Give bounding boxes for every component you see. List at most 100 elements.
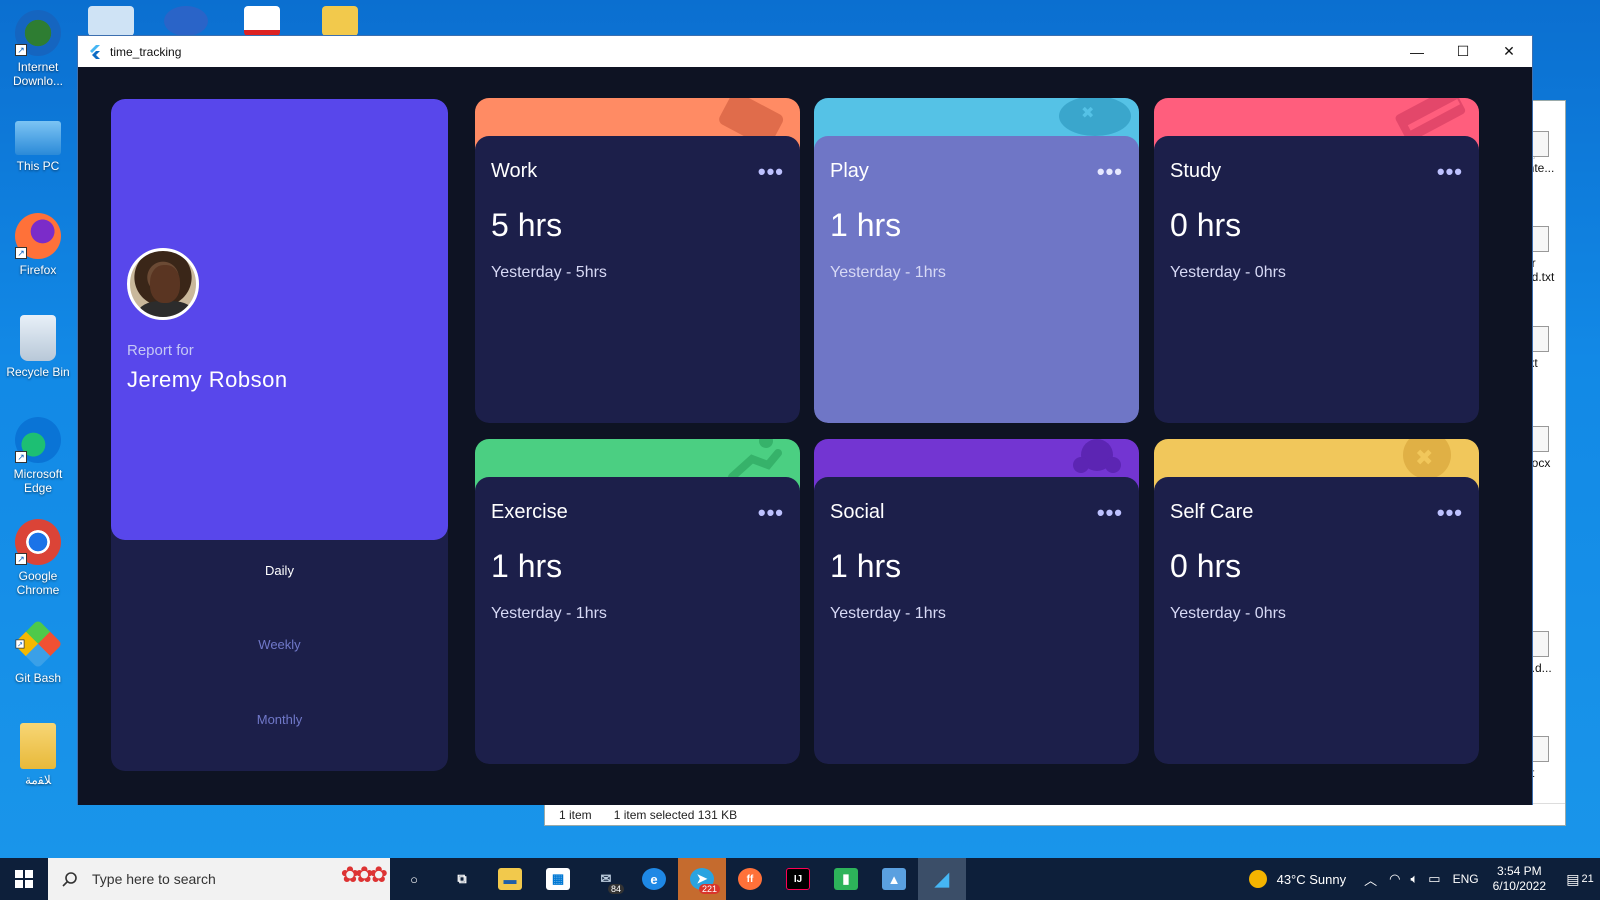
desktop-icon-chrome[interactable]: ↗ Google Chrome [4,519,72,597]
file-explorer-glyph: ▬ [498,868,522,890]
cortana-icon[interactable]: ○ [390,858,438,900]
card-previous: Yesterday - 0hrs [1170,264,1286,281]
network-icon[interactable]: ◠ [1389,871,1400,887]
weather-text[interactable]: 43°C Sunny [1277,872,1347,887]
store-glyph: ▦ [546,868,570,890]
card-work[interactable]: Work ••• 5 hrs Yesterday - 5hrs [475,98,800,423]
card-study[interactable]: Study ••• 0 hrs Yesterday - 0hrs [1154,98,1479,423]
mail-icon[interactable]: ✉ 84 [582,858,630,900]
period-weekly[interactable]: Weekly [111,637,448,652]
desktop-icon-label: Internet Downlo... [12,60,64,88]
notification-count: 21 [1581,873,1594,885]
card-previous: Yesterday - 0hrs [1170,605,1286,622]
profile-header: Report for Jeremy Robson [111,99,448,540]
desktop-icon-label: Recycle Bin [6,365,70,379]
explorer-status-bar: 1 item 1 item selected 131 KB [545,803,1565,825]
notification-icon: ▤ [1566,870,1580,887]
card-title: Self Care [1170,501,1254,523]
desktop-icon-idm[interactable]: ↗ Internet Downlo... [4,10,72,88]
search-icon [62,872,77,887]
desktop-folder-icon[interactable] [322,6,358,36]
desktop-icon-this-pc[interactable]: This PC [4,115,72,173]
task-view-glyph: ⧉ [457,871,467,886]
firefox-taskbar-icon[interactable]: ff [726,858,774,900]
notification-center-button[interactable]: ▤ 21 [1560,871,1600,888]
card-title: Social [830,501,885,523]
language-indicator[interactable]: ENG [1453,872,1479,886]
maximize-button[interactable]: ☐ [1440,36,1486,67]
ellipsis-icon[interactable]: ••• [758,501,784,523]
taskbar-search[interactable]: Type here to search ✿✿✿ [48,858,390,900]
edge-glyph: e [642,868,666,890]
cortana-glyph: ○ [410,871,418,887]
sun-icon [1248,870,1267,888]
flutter-taskbar-icon[interactable]: ◢ [918,858,966,900]
start-button[interactable] [0,858,48,900]
recycle-bin-icon [20,315,56,361]
card-hours: 1 hrs [830,548,902,584]
desktop-icon-edge[interactable]: ↗ Microsoft Edge [4,417,72,495]
period-daily[interactable]: Daily [111,563,448,578]
close-button[interactable]: ✕ [1486,36,1532,67]
file-explorer-icon[interactable]: ▬ [486,858,534,900]
task-view-icon[interactable]: ⧉ [438,858,486,900]
title-bar[interactable]: time_tracking — ☐ ✕ [78,36,1532,67]
card-title: Work [491,160,538,182]
clock-date: 6/10/2022 [1492,879,1546,893]
chrome-icon: ↗ [15,519,61,565]
card-play[interactable]: ✖ Play ••• 1 hrs Yesterday - 1hrs [814,98,1139,423]
desktop-icon-git-bash[interactable]: ↗ Git Bash [4,619,72,685]
card-self-care[interactable]: ✖ Self Care ••• 0 hrs Yesterday - 0hrs [1154,439,1479,764]
card-title: Play [830,160,869,182]
desktop-app-icon[interactable] [164,6,208,36]
card-hours: 5 hrs [491,207,563,243]
windows-icon [15,870,33,888]
photos-icon[interactable]: ▲ [870,858,918,900]
card-hours: 0 hrs [1170,207,1242,243]
volume-icon[interactable]: 🔈︎ [1410,871,1418,887]
desktop-file-icon[interactable] [88,6,134,36]
clock[interactable]: 3:54 PM 6/10/2022 [1493,864,1546,894]
card-previous: Yesterday - 5hrs [491,264,607,281]
ellipsis-icon[interactable]: ••• [1437,501,1463,523]
battery-icon[interactable]: ▭ [1428,871,1440,887]
numbers-glyph: ▮ [834,868,858,890]
idm-icon: ↗ [15,10,61,56]
svg-text:✖: ✖ [1081,103,1094,122]
status-selection: 1 item selected 131 KB [613,807,738,822]
ellipsis-icon[interactable]: ••• [1097,160,1123,182]
ellipsis-icon[interactable]: ••• [758,160,784,182]
card-exercise[interactable]: Exercise ••• 1 hrs Yesterday - 1hrs [475,439,800,764]
system-tray: 43°C Sunny ︿ ◠ 🔈︎ ▭ ENG 3:54 PM 6/10/202… [1248,858,1600,900]
chevron-up-icon[interactable]: ︿ [1364,870,1377,889]
dashboard: Report for Jeremy Robson Daily Weekly Mo… [78,67,1532,805]
desktop-icon-label: Google Chrome [16,569,60,597]
desktop-icon-label: Git Bash [14,671,62,685]
mail-badge: 84 [607,884,624,894]
desktop-icon-recycle-bin[interactable]: Recycle Bin [4,315,72,379]
pdf-folder-icon [20,723,56,769]
card-previous: Yesterday - 1hrs [491,605,607,622]
desktop-icon-firefox[interactable]: ↗ Firefox [4,213,72,277]
desktop-icon-label: Firefox [19,263,57,277]
user-name: Jeremy Robson [127,367,288,392]
period-monthly[interactable]: Monthly [111,712,448,727]
intellij-icon[interactable]: IJ [774,858,822,900]
ellipsis-icon[interactable]: ••• [1437,160,1463,182]
flowers-icon: ✿✿✿ [340,862,388,887]
minimize-button[interactable]: — [1394,36,1440,67]
clock-time: 3:54 PM [1496,864,1542,878]
edge-taskbar-icon[interactable]: e [630,858,678,900]
desktop-icon-pdf-folder[interactable]: ﻼﻘﻣﺔ [4,723,72,787]
taskbar: Type here to search ✿✿✿ ○ ⧉ ▬ ▦ ✉ 84 e ➤ 2… [0,858,1600,900]
store-icon[interactable]: ▦ [534,858,582,900]
desktop-icon-label: ﻼﻘﻣﺔ [24,773,52,787]
numbers-icon[interactable]: ▮ [822,858,870,900]
telegram-icon[interactable]: ➤ 221 [678,858,726,900]
desktop-pdf-icon[interactable] [244,6,280,36]
card-previous: Yesterday - 1hrs [830,264,946,281]
desktop-icon-label: Microsoft Edge [13,467,63,495]
git-bash-icon: ↗ [13,619,63,669]
ellipsis-icon[interactable]: ••• [1097,501,1123,523]
card-social[interactable]: Social ••• 1 hrs Yesterday - 1hrs [814,439,1139,764]
